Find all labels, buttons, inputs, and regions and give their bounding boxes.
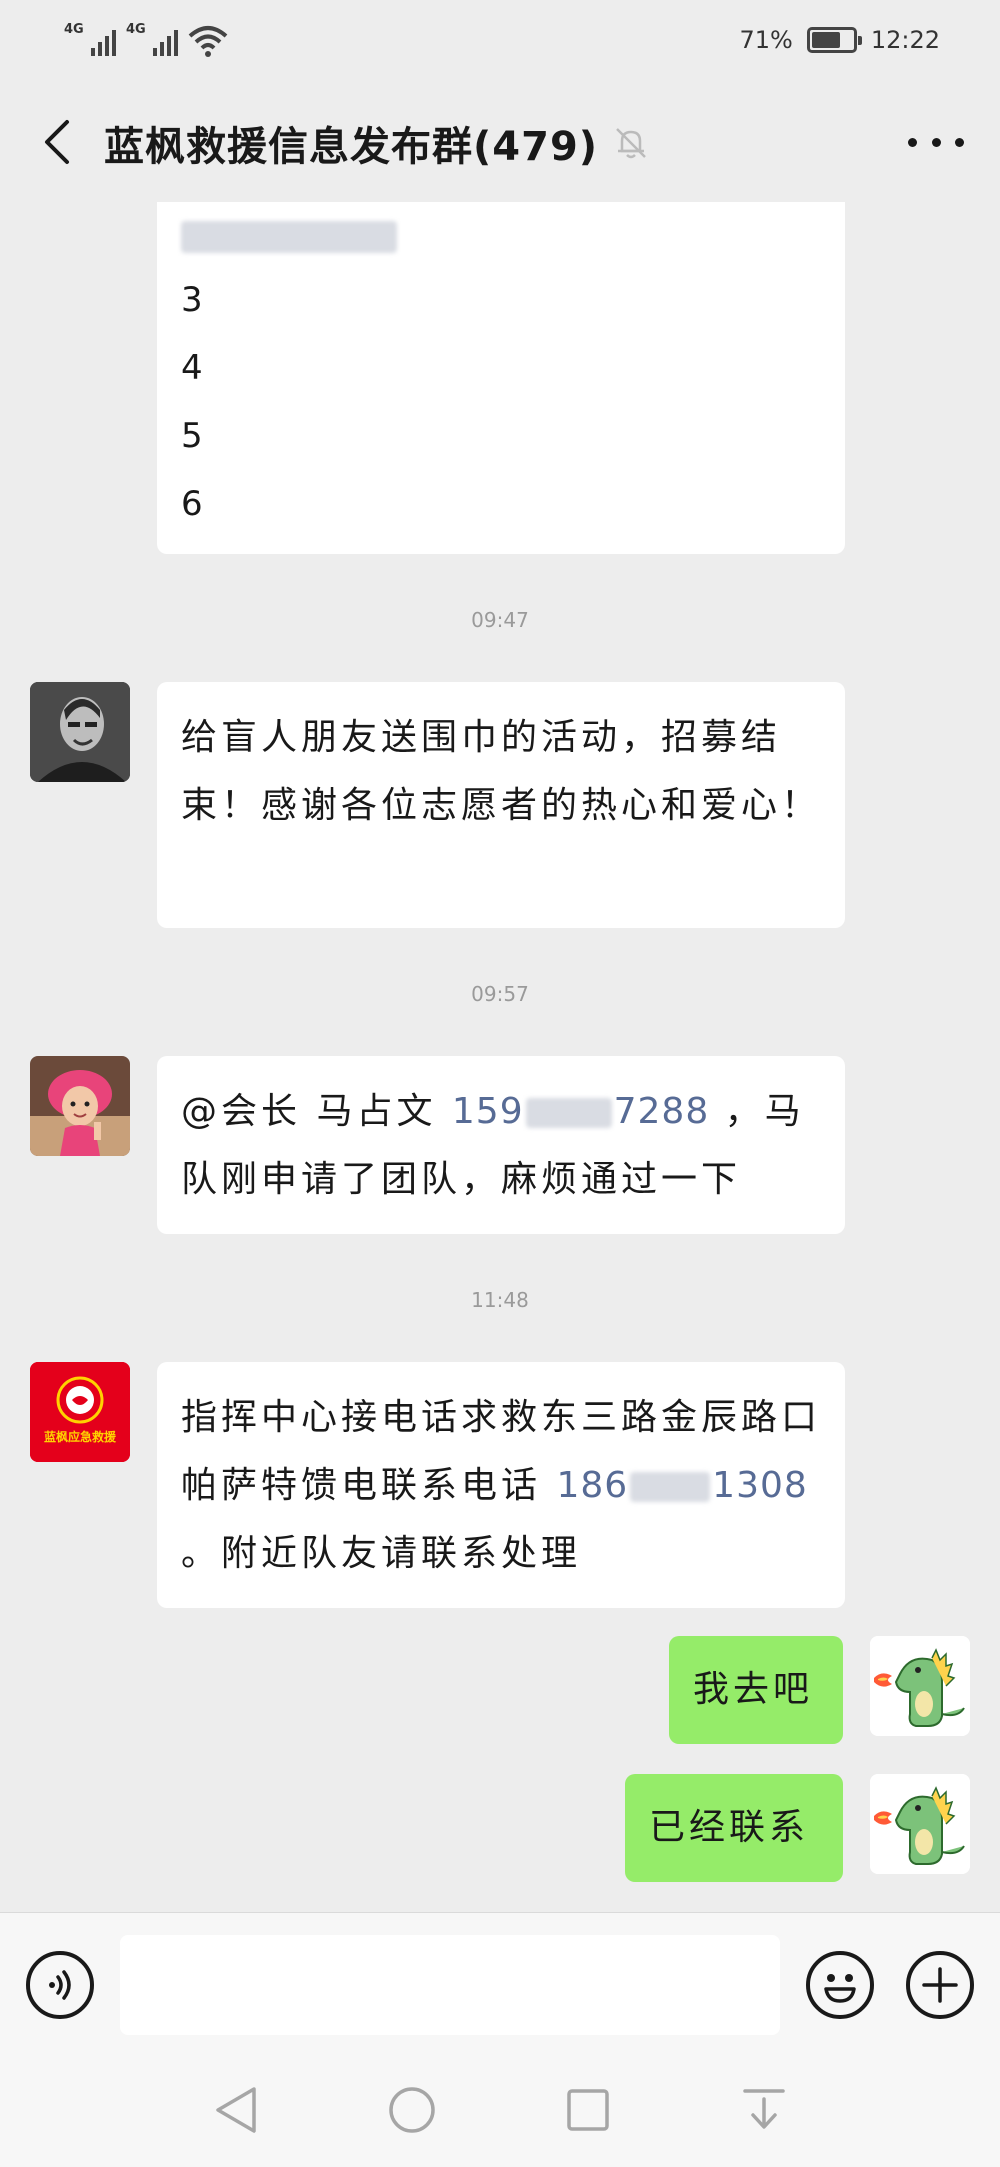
- message-bubble-list[interactable]: 3 4 5 6: [157, 202, 845, 554]
- nav-back-button[interactable]: [208, 2082, 264, 2138]
- phone-prefix: 186: [556, 1465, 629, 1506]
- status-bar: 4G 4G 71% 12:22: [0, 0, 1000, 84]
- phone-link[interactable]: 186 1308: [556, 1465, 807, 1506]
- message-bubble-self[interactable]: 已经联系: [625, 1774, 843, 1882]
- redacted-digits: [525, 1098, 612, 1128]
- home-circle-icon: [389, 2087, 435, 2133]
- back-chevron-icon: [45, 120, 69, 164]
- cell-signal-1-icon: 4G: [64, 22, 116, 58]
- system-nav-bar: [0, 2052, 1000, 2167]
- phone-suffix: 7288: [613, 1091, 710, 1132]
- back-triangle-icon: [216, 2087, 256, 2133]
- dinosaur-icon: [870, 1636, 970, 1736]
- bell-muted-icon: [616, 128, 646, 159]
- clock: 12:22: [870, 26, 940, 54]
- network-type-1: 4G: [64, 22, 84, 37]
- message-bubble[interactable]: 指挥中心接电话求救东三路金辰路口帕萨特馈电联系电话 186 1308 。附近队友请…: [157, 1362, 845, 1608]
- cell-signal-2-icon: 4G: [126, 22, 178, 58]
- more-functions-button[interactable]: [906, 1951, 974, 2019]
- more-dots-icon: [908, 137, 917, 147]
- wifi-icon: [188, 24, 228, 58]
- phone-prefix: 159: [451, 1091, 524, 1132]
- phone-link[interactable]: 159 7288: [452, 1091, 709, 1132]
- message-bubble[interactable]: 给盲人朋友送围巾的活动，招募结束！感谢各位志愿者的热心和爱心！: [157, 682, 845, 928]
- avatar[interactable]: [30, 682, 130, 782]
- back-button[interactable]: [24, 110, 88, 174]
- recents-square-icon: [567, 2089, 609, 2131]
- avatar[interactable]: 蓝枫应急救援: [30, 1362, 130, 1462]
- voice-button[interactable]: [26, 1951, 94, 2019]
- avatar[interactable]: [30, 1056, 130, 1156]
- voice-icon: [49, 1970, 71, 2000]
- message-text: 我去吧: [693, 1669, 814, 1710]
- dinosaur-icon: [870, 1774, 970, 1874]
- timestamp: 09:47: [471, 608, 529, 632]
- redacted-digits: [630, 1472, 711, 1502]
- input-bar: [0, 1912, 1000, 2052]
- battery-percent: 71%: [739, 26, 793, 54]
- redacted-line: [181, 221, 397, 253]
- mention[interactable]: @会长 马占文: [181, 1091, 452, 1132]
- emoji-icon: [824, 1974, 856, 2003]
- list-item: 6: [181, 484, 207, 524]
- chat-header: 蓝枫救援信息发布群(479): [0, 84, 1000, 202]
- nav-home-button[interactable]: [384, 2082, 440, 2138]
- message-text: 给盲人朋友送围巾的活动，招募结束！感谢各位志愿者的热心和爱心！: [181, 717, 822, 826]
- nav-recents-button[interactable]: [560, 2082, 616, 2138]
- avatar-self[interactable]: [870, 1774, 970, 1874]
- battery-icon: [806, 27, 862, 53]
- nav-notification-button[interactable]: [736, 2082, 792, 2138]
- network-type-2: 4G: [126, 22, 146, 37]
- message-text-end: 。附近队友请联系处理: [181, 1533, 582, 1574]
- notification-pull-icon: [743, 2089, 785, 2129]
- message-text: 已经联系: [649, 1807, 810, 1848]
- org-avatar-text: 蓝枫应急救援: [43, 1430, 116, 1444]
- signal-indicators: 4G 4G: [64, 22, 228, 58]
- list-item: 5: [181, 416, 207, 456]
- message-bubble[interactable]: @会长 马占文 159 7288 ，马队刚申请了团队，麻烦通过一下: [157, 1056, 845, 1234]
- plus-icon: [922, 1967, 958, 2003]
- timestamp: 11:48: [471, 1288, 529, 1312]
- avatar-self[interactable]: [870, 1636, 970, 1736]
- phone-suffix: 1308: [712, 1465, 808, 1506]
- message-bubble-self[interactable]: 我去吧: [669, 1636, 843, 1744]
- list-item: 4: [181, 348, 207, 388]
- message-input[interactable]: [120, 1935, 780, 2035]
- emoji-button[interactable]: [806, 1951, 874, 2019]
- list-item: 3: [181, 280, 207, 320]
- message-list[interactable]: 3 4 5 6 09:47 给盲人朋友送围巾的活动，招募结束！感谢各位志愿者的热…: [0, 202, 1000, 1912]
- more-options-button[interactable]: [908, 126, 964, 158]
- chat-title: 蓝枫救援信息发布群(479): [104, 124, 599, 170]
- timestamp: 09:57: [471, 982, 529, 1006]
